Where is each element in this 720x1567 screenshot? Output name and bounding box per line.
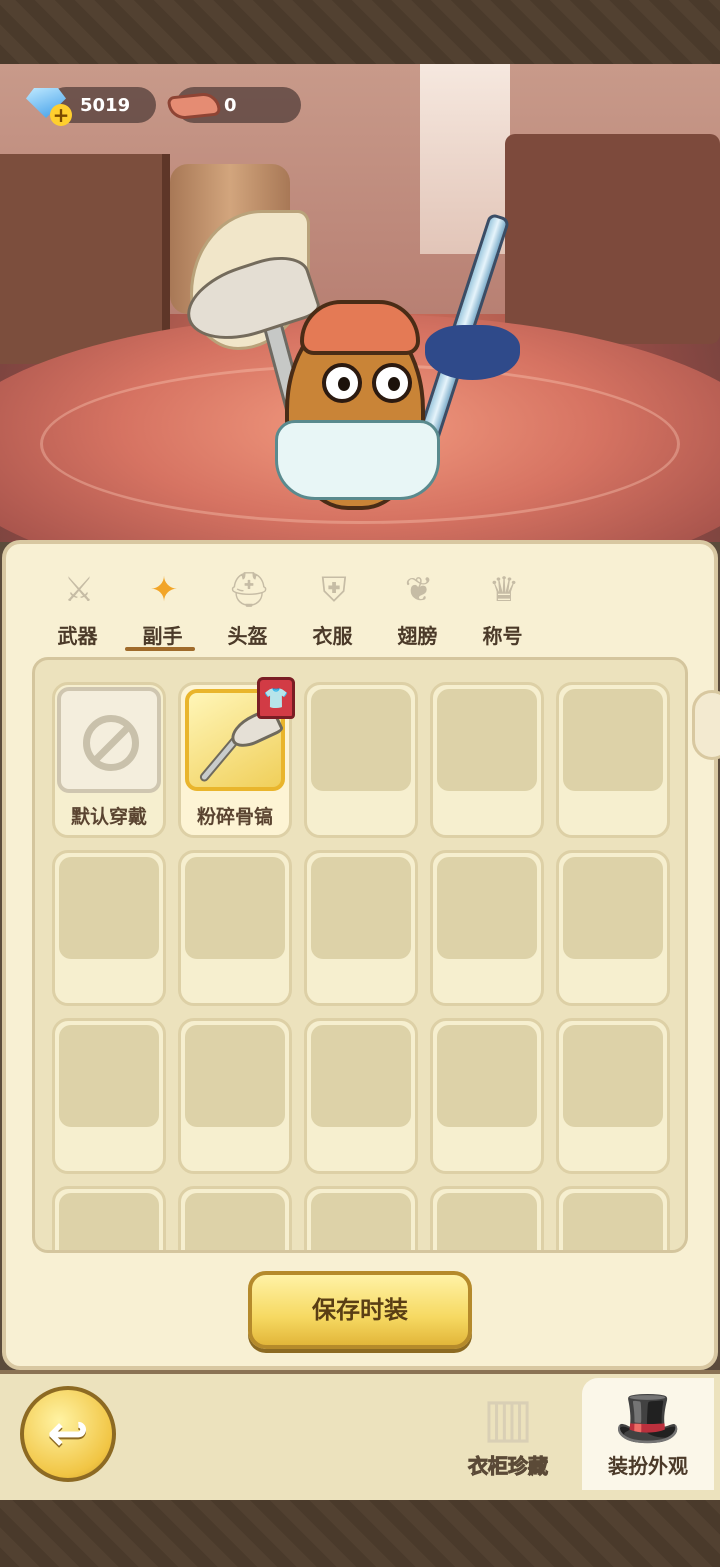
empty-slot[interactable] (304, 682, 418, 838)
slot-icon-frame (311, 1193, 411, 1250)
slot-icon-frame (437, 857, 537, 959)
tab-label: 翅膀 (397, 624, 438, 648)
no-entry-icon (83, 715, 139, 771)
wings-icon: ❦ (404, 570, 434, 610)
nav-label: 衣柜珍藏 (468, 1454, 549, 1479)
back-arrow-icon[interactable]: ↩ (20, 1386, 116, 1482)
slot-icon-frame (563, 689, 663, 791)
empty-slot[interactable] (178, 1186, 292, 1250)
empty-slot[interactable] (178, 1018, 292, 1174)
sword-icon: ⚔ (63, 570, 95, 610)
bottom-frame (0, 1500, 720, 1567)
slot-icon-frame (563, 857, 663, 959)
slot-icon-frame (59, 1193, 159, 1250)
hero-cape (275, 420, 440, 500)
slot-bone-pickaxe[interactable]: 👕 粉碎骨镐 (178, 677, 295, 838)
bat-wing-guard (425, 325, 520, 380)
slot-icon-frame (563, 1025, 663, 1127)
top-frame (0, 0, 720, 64)
slot-caption: 默认穿戴 (70, 806, 147, 828)
meat-slab-shape (166, 91, 222, 121)
crown-icon: ♛ (488, 570, 520, 610)
tab-clothes[interactable]: ⛨ 衣服 (290, 568, 375, 656)
tab-label: 称号 (482, 624, 523, 648)
empty-slot[interactable] (556, 682, 670, 838)
slot-icon-frame (185, 1025, 285, 1127)
empty-slot[interactable] (304, 850, 418, 1006)
empty-slot[interactable] (52, 1018, 166, 1174)
slot-icon-frame (185, 857, 285, 959)
gem-plus-icon[interactable]: + (24, 84, 72, 126)
slot-icon-frame (59, 1025, 159, 1127)
empty-slot[interactable] (52, 1186, 166, 1250)
meat-amount: 0 (224, 94, 237, 116)
nav-dress-up[interactable]: 🎩 装扮外观 (582, 1378, 714, 1490)
wardrobe-icon: ▥ (482, 1386, 534, 1449)
gem-amount: 5019 (80, 94, 131, 116)
empty-slot[interactable] (556, 850, 670, 1006)
category-tabs: ⚔ 武器 ✦ 副手 ⛑ 头盔 ⛨ 衣服 ❦ 翅膀 ♛ 称号 (35, 568, 595, 658)
tab-label: 副手 (142, 624, 183, 648)
slot-icon-frame (563, 1193, 663, 1250)
tab-label: 武器 (57, 624, 98, 648)
tab-helmet[interactable]: ⛑ 头盔 (205, 568, 290, 656)
hat-icon: 🎩 (614, 1386, 682, 1449)
empty-slot[interactable] (178, 850, 292, 1006)
hero-eye-left (322, 363, 362, 403)
slot-icon-frame (437, 689, 537, 791)
tab-wings[interactable]: ❦ 翅膀 (375, 568, 460, 656)
slot-default-wear[interactable]: 默认穿戴 (52, 682, 166, 838)
helmet-icon: ⛑ (227, 570, 271, 610)
slot-icon-frame (437, 1193, 537, 1250)
scene-chest (505, 134, 720, 344)
empty-slot[interactable] (556, 1186, 670, 1250)
hero-hat (300, 300, 420, 355)
armor-icon: ⛨ (321, 570, 347, 610)
tab-weapon[interactable]: ⚔ 武器 (35, 568, 120, 656)
empty-slot[interactable] (304, 1018, 418, 1174)
shirt-badge-icon: 👕 (257, 677, 295, 719)
active-tab-underline (125, 647, 195, 651)
slot-icon-frame (57, 687, 161, 793)
nav-wardrobe-collection[interactable]: ▥ 衣柜珍藏 (452, 1378, 564, 1490)
scene-shelf (0, 154, 170, 364)
tab-label: 衣服 (312, 624, 353, 648)
slot-icon-frame (311, 857, 411, 959)
potato-hero-character (170, 150, 530, 520)
empty-slot[interactable] (52, 850, 166, 1006)
tab-offhand[interactable]: ✦ 副手 (120, 568, 205, 656)
item-grid: 默认穿戴 👕 粉碎骨镐 (32, 657, 688, 1253)
plus-icon: + (50, 104, 72, 126)
slot-icon-frame (437, 1025, 537, 1127)
empty-slot[interactable] (430, 1186, 544, 1250)
nav-label: 装扮外观 (608, 1454, 688, 1478)
offhand-icon: ✦ (149, 570, 179, 610)
slot-icon-frame (185, 1193, 285, 1250)
empty-slot[interactable] (430, 1018, 544, 1174)
empty-slot[interactable] (430, 850, 544, 1006)
meat-icon (166, 88, 222, 122)
slot-caption: 粉碎骨镐 (196, 806, 273, 828)
slot-icon-frame (311, 1025, 411, 1127)
hero-eye-right (372, 363, 412, 403)
slot-icon-frame (59, 857, 159, 959)
side-scroll-handle[interactable] (692, 690, 720, 760)
save-outfit-button[interactable]: 保存时装 (248, 1271, 472, 1349)
tab-label: 头盔 (227, 624, 268, 648)
slot-icon-frame (311, 689, 411, 791)
empty-slot[interactable] (304, 1186, 418, 1250)
empty-slot[interactable] (556, 1018, 670, 1174)
tab-title[interactable]: ♛ 称号 (460, 568, 545, 656)
empty-slot[interactable] (430, 682, 544, 838)
